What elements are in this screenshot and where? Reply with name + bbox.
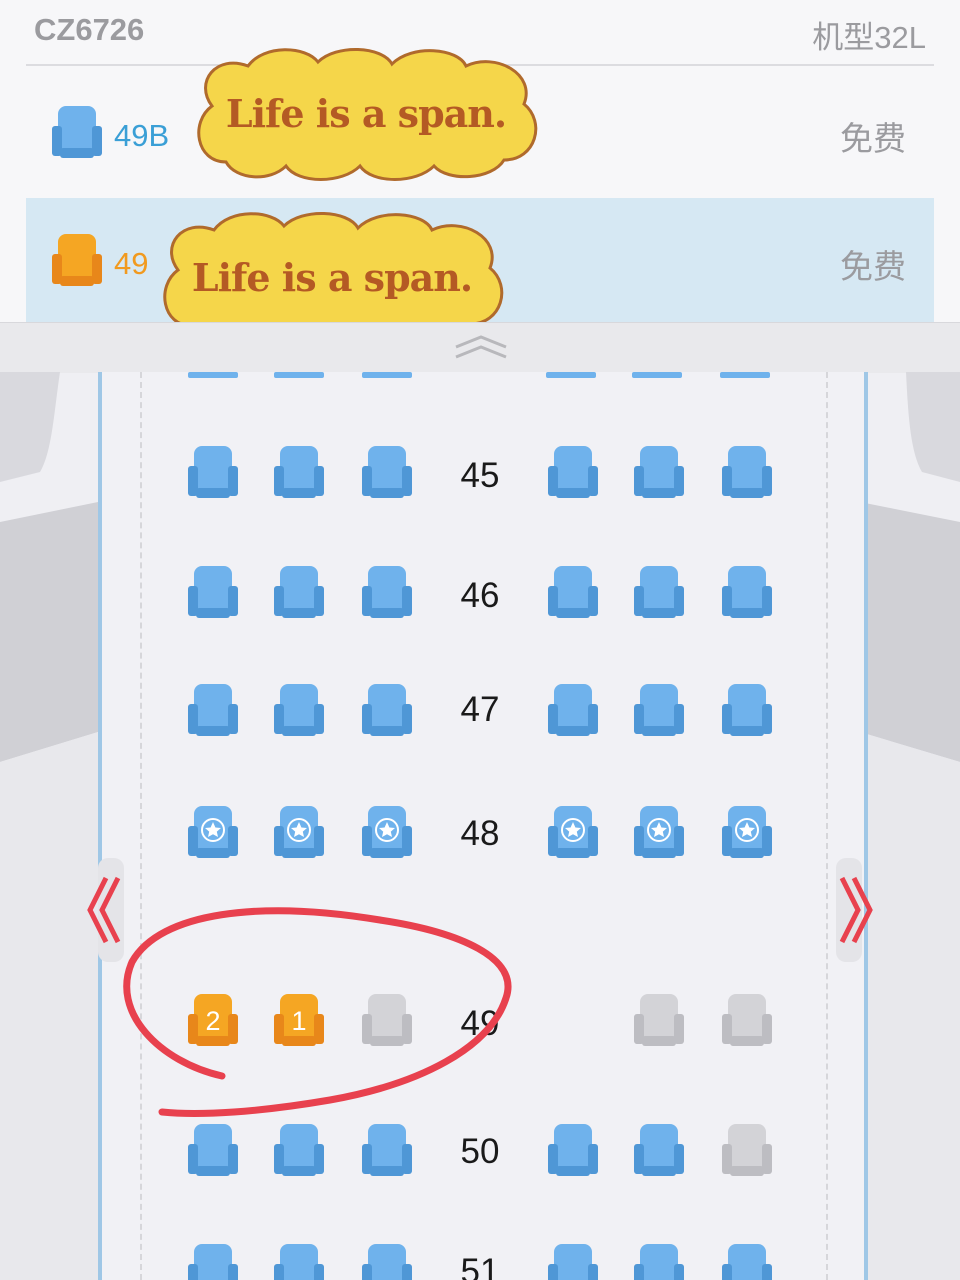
available-seat[interactable]	[546, 444, 600, 502]
exit-seat[interactable]	[720, 804, 774, 862]
seat-icon	[50, 232, 104, 290]
row-number: 45	[460, 456, 500, 495]
available-seat[interactable]	[632, 1122, 686, 1180]
occupied-seat	[360, 992, 414, 1050]
available-seat[interactable]	[720, 682, 774, 740]
exit-seat[interactable]	[186, 804, 240, 862]
exit-arrow-left-icon	[87, 858, 124, 962]
passenger-seat-code: 49	[114, 246, 149, 281]
available-seat[interactable]	[720, 1242, 774, 1280]
chevron-up-icon[interactable]	[454, 333, 508, 363]
occupied-seat	[632, 992, 686, 1050]
available-seat[interactable]	[272, 1122, 326, 1180]
left-wing	[0, 372, 98, 1280]
row-number: 49	[460, 1004, 500, 1043]
available-seat[interactable]	[272, 564, 326, 622]
available-seat[interactable]	[186, 1122, 240, 1180]
available-seat[interactable]	[272, 1242, 326, 1280]
row-number: 46	[460, 576, 500, 615]
sticker-text: Life is a span.	[225, 90, 507, 136]
row-number: 48	[460, 814, 500, 853]
available-seat[interactable]	[546, 1122, 600, 1180]
occupied-seat	[720, 1122, 774, 1180]
passenger-seat-code: 49B	[114, 118, 170, 153]
available-seat[interactable]	[632, 564, 686, 622]
available-seat[interactable]	[632, 1242, 686, 1280]
available-seat[interactable]	[272, 444, 326, 502]
available-seat[interactable]	[186, 444, 240, 502]
seat-price: 免费	[840, 120, 906, 157]
available-seat[interactable]	[186, 682, 240, 740]
available-seat[interactable]	[360, 1242, 414, 1280]
selected-seat[interactable]: 1	[272, 992, 326, 1050]
available-seat[interactable]	[360, 444, 414, 502]
occupied-seat	[720, 992, 774, 1050]
exit-seat[interactable]	[272, 804, 326, 862]
seat-icon	[50, 104, 104, 162]
row-number: 51	[460, 1252, 500, 1280]
exit-seat[interactable]	[546, 804, 600, 862]
available-seat[interactable]	[360, 682, 414, 740]
row-number: 50	[460, 1132, 500, 1171]
seat-map: 45 46 47 48 49 2 1 50 51	[0, 372, 960, 1280]
flight-code: CZ6726	[34, 12, 145, 47]
available-seat[interactable]	[186, 1242, 240, 1280]
right-wing	[860, 372, 960, 1280]
exit-seat[interactable]	[360, 804, 414, 862]
row-number: 47	[460, 690, 500, 729]
available-seat[interactable]	[720, 444, 774, 502]
available-seat[interactable]	[546, 682, 600, 740]
available-seat[interactable]	[632, 444, 686, 502]
exit-arrow-right-icon	[836, 858, 873, 962]
available-seat[interactable]	[546, 1242, 600, 1280]
available-seat[interactable]	[272, 682, 326, 740]
flight-header: CZ6726 机型32L 49B 免费 49 免费 Life is a span…	[0, 0, 960, 345]
selection-order-label: 1	[291, 1006, 307, 1036]
seat-price: 免费	[840, 248, 906, 285]
exit-seat[interactable]	[632, 804, 686, 862]
selected-seat[interactable]: 2	[186, 992, 240, 1050]
plane-type: 机型32L	[812, 20, 926, 55]
available-seat[interactable]	[360, 1122, 414, 1180]
available-seat[interactable]	[546, 564, 600, 622]
available-seat[interactable]	[720, 564, 774, 622]
sticker: Life is a span.	[186, 42, 546, 184]
available-seat[interactable]	[632, 682, 686, 740]
available-seat[interactable]	[360, 564, 414, 622]
selection-order-label: 2	[205, 1006, 221, 1036]
available-seat[interactable]	[186, 564, 240, 622]
collapse-bar[interactable]	[0, 322, 960, 373]
